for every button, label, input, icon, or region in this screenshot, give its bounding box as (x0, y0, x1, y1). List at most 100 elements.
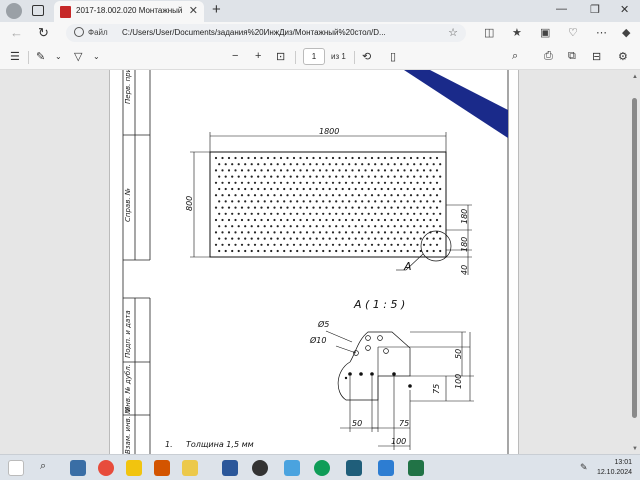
pen-icon[interactable]: ✎ (580, 462, 588, 473)
perforation-hole (400, 187, 403, 191)
perforation-hole (240, 243, 244, 246)
perforation-hole (312, 206, 315, 209)
perforation-hole (299, 231, 302, 234)
print-icon[interactable]: ⎙ (544, 50, 553, 63)
perforation-hole (432, 187, 435, 191)
chevron-down-icon[interactable]: ⌄ (93, 52, 100, 61)
restore-button[interactable]: ❐ (590, 3, 600, 16)
perforation-hole (351, 194, 354, 197)
browser-tab[interactable]: 2017-18.002.020 Монтажный ш ✕ (54, 1, 204, 22)
highlight-icon[interactable]: ✎ (36, 50, 45, 63)
collections-icon[interactable]: ▣ (540, 26, 550, 39)
perforation-hole (322, 212, 325, 215)
copilot-icon[interactable]: ◆ (622, 26, 630, 39)
photos-icon[interactable] (284, 460, 300, 476)
perforation-hole (403, 156, 406, 160)
perforation-hole (325, 243, 328, 246)
page-number-input[interactable]: 1 (303, 48, 325, 65)
dim-right-label: 180 (460, 208, 469, 224)
perforation-hole (419, 237, 422, 240)
chrome-icon[interactable] (98, 460, 114, 476)
perforation-hole (406, 237, 409, 240)
profile-icon[interactable] (6, 3, 22, 19)
search-icon[interactable]: ⌕ (512, 50, 518, 63)
rotate-icon[interactable]: ⟲ (362, 50, 371, 63)
refresh-button[interactable]: ↻ (38, 25, 49, 41)
scroll-down-icon[interactable]: ▼ (632, 446, 638, 452)
minimize-button[interactable]: — (556, 3, 567, 15)
chevron-down-icon[interactable]: ⌄ (55, 52, 62, 61)
fit-page-icon[interactable]: ⊡ (276, 50, 285, 63)
perforation-hole (331, 156, 335, 160)
url-box[interactable]: Файл C:/Users/User/Documents/задания%20И… (66, 24, 466, 42)
perforation-hole (240, 156, 244, 160)
back-button[interactable]: ← (10, 25, 23, 40)
perforation-hole (247, 156, 250, 160)
perforation-hole (429, 218, 432, 222)
edge-icon[interactable] (314, 460, 330, 476)
perforation-hole (266, 169, 270, 172)
perforation-hole (221, 206, 224, 209)
vertical-scrollbar[interactable] (632, 98, 637, 418)
browser-essentials-icon[interactable]: ♡ (568, 26, 578, 39)
folder-icon[interactable] (182, 460, 198, 476)
perforation-hole (370, 243, 374, 246)
url-text[interactable]: C:/Users/User/Documents/задания%20ИнжДиз… (122, 28, 412, 37)
perforation-hole (257, 163, 260, 166)
save-as-icon[interactable]: ⊟ (592, 50, 601, 63)
app-icon[interactable] (378, 460, 394, 476)
zoom-out-button[interactable]: − (232, 50, 238, 62)
perforation-hole (299, 206, 302, 209)
perforation-hole (289, 225, 292, 228)
page-view-icon[interactable]: ▯ (390, 50, 396, 63)
split-screen-icon[interactable]: ◫ (484, 26, 494, 39)
menu-icon[interactable]: ⋯ (596, 26, 607, 39)
task-view-icon[interactable] (70, 460, 86, 476)
perforation-hole (364, 169, 367, 172)
info-icon[interactable] (74, 27, 84, 37)
close-tab-icon[interactable]: ✕ (189, 4, 198, 17)
excel-icon[interactable] (408, 460, 424, 476)
perforation-hole (227, 169, 231, 172)
perforation-hole (312, 218, 315, 222)
search-icon[interactable]: ⌕ (40, 460, 46, 473)
clock[interactable]: 13:01 12.10.2024 (597, 458, 632, 478)
perforation-hole (367, 225, 370, 228)
app-icon[interactable] (252, 460, 268, 476)
favorite-star-icon[interactable]: ☆ (448, 26, 458, 39)
start-icon[interactable] (8, 460, 24, 476)
perforation-hole (335, 175, 338, 178)
powerpoint-icon[interactable] (154, 460, 170, 476)
file-explorer-icon[interactable] (126, 460, 142, 476)
perforation-hole (260, 206, 263, 209)
more-options-icon[interactable]: ⚙ (618, 50, 628, 63)
scroll-up-icon[interactable]: ▲ (632, 74, 638, 80)
draw-icon[interactable]: ▽ (74, 50, 82, 63)
perforation-hole (354, 237, 357, 240)
close-window-button[interactable]: ✕ (620, 3, 629, 16)
contents-icon[interactable]: ☰ (10, 50, 20, 63)
new-tab-button[interactable]: + (212, 1, 221, 18)
perforation-hole (283, 249, 286, 253)
perforation-hole (367, 237, 370, 240)
perforation-hole (370, 169, 374, 172)
perforation-hole (439, 237, 442, 240)
stamp-label: Инв. № дубл. (124, 364, 132, 412)
perforation-hole (322, 249, 325, 253)
perforation-hole (364, 243, 367, 246)
document-viewer[interactable]: Перв. прим. Справ. № Подп. и дата Инв. №… (0, 70, 640, 454)
zoom-in-button[interactable]: + (255, 50, 261, 62)
perforation-hole (263, 212, 266, 215)
perforation-hole (273, 231, 276, 234)
perforation-hole (432, 237, 435, 240)
favorites-icon[interactable]: ★ (512, 26, 522, 39)
perforation-hole (432, 212, 435, 215)
perforation-hole (276, 225, 279, 228)
workspaces-icon[interactable] (32, 5, 44, 16)
kompas-icon[interactable] (346, 460, 362, 476)
perforation-hole (377, 206, 380, 209)
word-icon[interactable] (222, 460, 238, 476)
save-icon[interactable]: ⧉ (568, 50, 576, 63)
perforation-hole (292, 218, 296, 222)
perforation-hole (270, 249, 273, 253)
